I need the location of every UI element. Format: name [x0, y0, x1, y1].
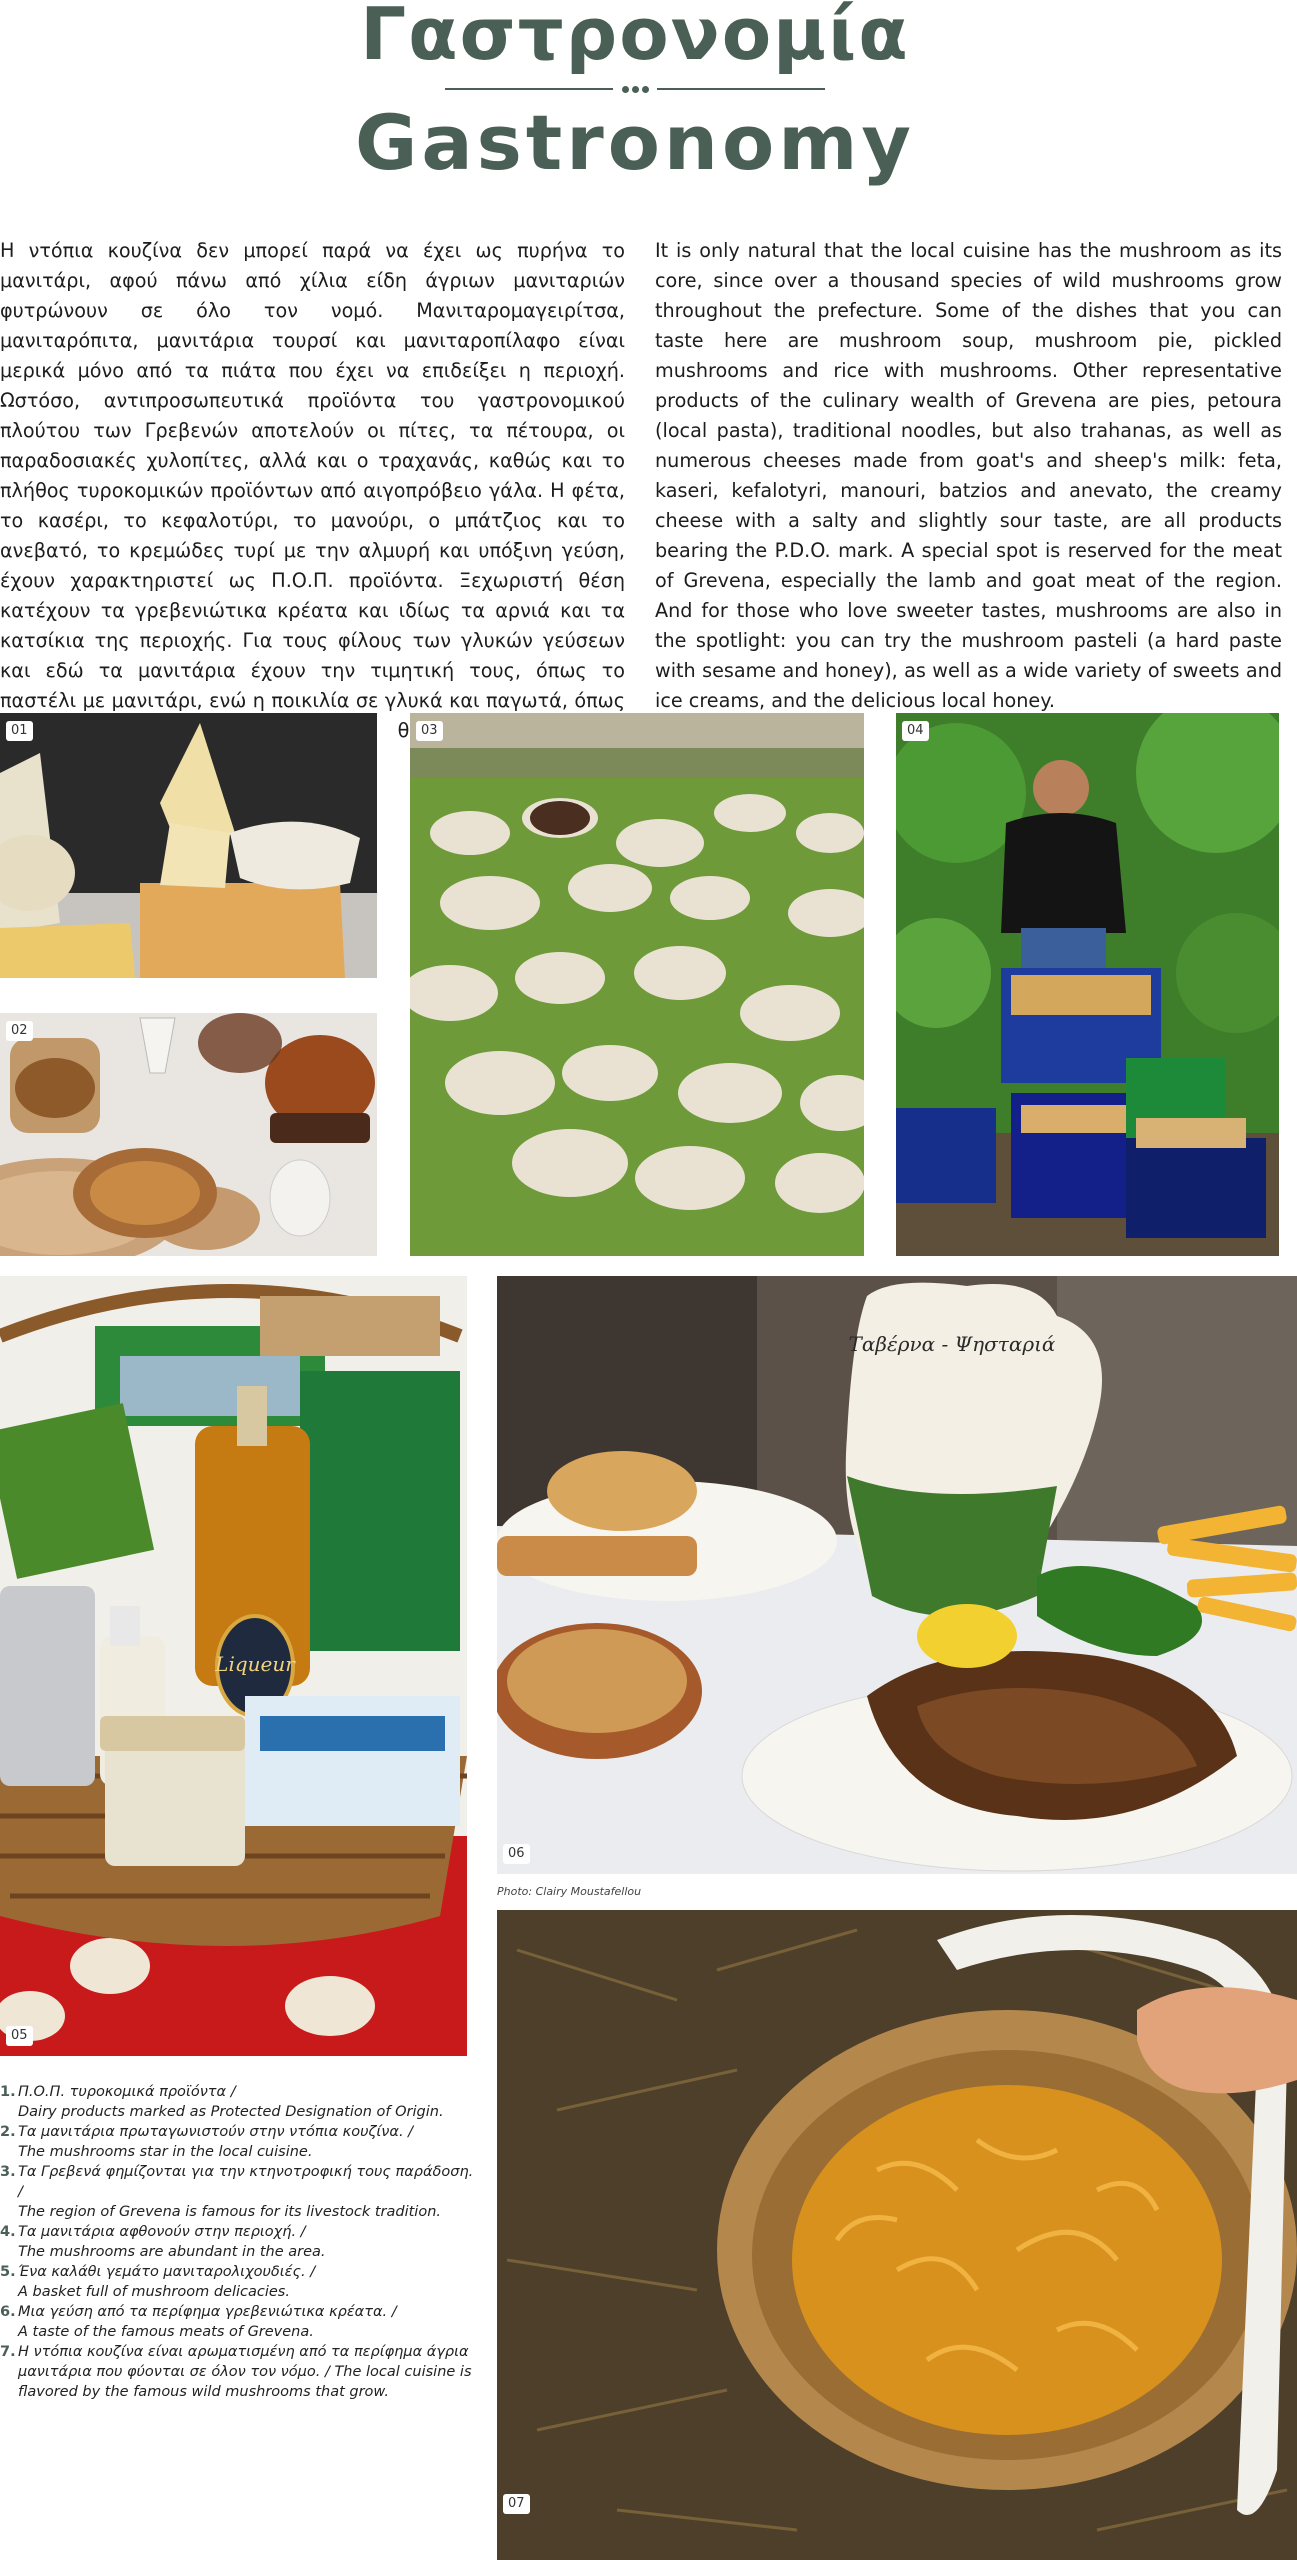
body-text-english: It is only natural that the local cuisin… — [655, 239, 1282, 712]
photo-01-cheeses: 01 — [0, 713, 377, 978]
caption-item: 5. Ένα καλάθι γεμάτο μανιταρολιχουδιές. … — [0, 2264, 316, 2300]
bottle-label: Liqueur — [214, 1652, 296, 1676]
photo-07-chanterelle-basket: 07 — [497, 1910, 1297, 2560]
title-divider — [445, 84, 825, 94]
page-title-english: Gastronomy — [355, 98, 915, 187]
photo-number: 05 — [6, 2026, 33, 2046]
caption-greek: Η ντόπια κουζίνα είναι αρωματισμένη από … — [18, 2344, 472, 2400]
caption-english: Dairy products marked as Protected Desig… — [18, 2104, 444, 2120]
photo-03-sheep-grazing: 03 — [410, 713, 864, 1256]
caption-item: 1. Π.Ο.Π. τυροκομικά προϊόντα / Dairy pro… — [0, 2084, 444, 2120]
photo-number: 06 — [503, 1844, 530, 1864]
caption-item: 3. Τα Γρεβενά φημίζονται για την κτηνοτρ… — [0, 2162, 480, 2222]
jug-label: Ταβέρνα - Ψησταριά — [849, 1332, 1056, 1356]
caption-english: The mushrooms are abundant in the area. — [18, 2244, 326, 2260]
photo-number: 01 — [6, 721, 33, 741]
caption-english: The region of Grevena is famous for its … — [18, 2204, 442, 2220]
caption-greek: Τα μανιτάρια πρωταγωνιστούν στην ντόπια … — [18, 2124, 414, 2140]
photo-number: 03 — [416, 721, 443, 741]
caption-english: A basket full of mushroom delicacies. — [18, 2284, 290, 2300]
caption-list: 1. Π.Ο.Π. τυροκομικά προϊόντα / Dairy pro… — [0, 2082, 480, 2402]
caption-english: The mushrooms star in the local cuisine. — [18, 2144, 313, 2160]
photo-number: 04 — [902, 721, 929, 741]
body-text-greek: Η ντόπια κουζίνα δεν μπορεί παρά να έχει… — [0, 239, 625, 772]
divider-line-left — [445, 88, 613, 90]
caption-greek: Μια γεύση από τα περίφημα γρεβενιώτικα κ… — [18, 2304, 397, 2320]
caption-item: 2. Τα μανιτάρια πρωταγωνιστούν στην ντόπ… — [0, 2124, 414, 2160]
photo-credit: Photo: Clairy Moustafellou — [497, 1885, 642, 1898]
photo-06-grilled-meats: Ταβέρνα - Ψησταριά 06 — [497, 1276, 1297, 1874]
photo-05-basket-delicacies: Liqueur 05 — [0, 1276, 467, 2056]
divider-line-right — [657, 88, 825, 90]
caption-greek: Τα μανιτάρια αφθονούν στην περιοχή. / — [18, 2224, 306, 2240]
caption-item: 4. Τα μανιτάρια αφθονούν στην περιοχή. /… — [0, 2224, 326, 2260]
caption-greek: Ένα καλάθι γεμάτο μανιταρολιχουδιές. / — [18, 2264, 316, 2280]
caption-item: 7. Η ντόπια κουζίνα είναι αρωματισμένη α… — [0, 2342, 480, 2402]
photo-number: 02 — [6, 1021, 33, 1041]
photo-number: 07 — [503, 2494, 530, 2514]
caption-greek: Τα Γρεβενά φημίζονται για την κτηνοτροφι… — [18, 2164, 474, 2200]
caption-greek: Π.Ο.Π. τυροκομικά προϊόντα / — [18, 2084, 236, 2100]
caption-english: A taste of the famous meats of Grevena. — [18, 2324, 314, 2340]
divider-dots — [621, 84, 649, 94]
photo-04-mushroom-harvest: 04 — [896, 713, 1279, 1256]
photo-02-mushroom-dishes: 02 — [0, 1013, 377, 1256]
caption-item: 6. Μια γεύση από τα περίφημα γρεβενιώτικ… — [0, 2304, 397, 2340]
page-title-greek: Γαστρονομία — [360, 0, 910, 76]
